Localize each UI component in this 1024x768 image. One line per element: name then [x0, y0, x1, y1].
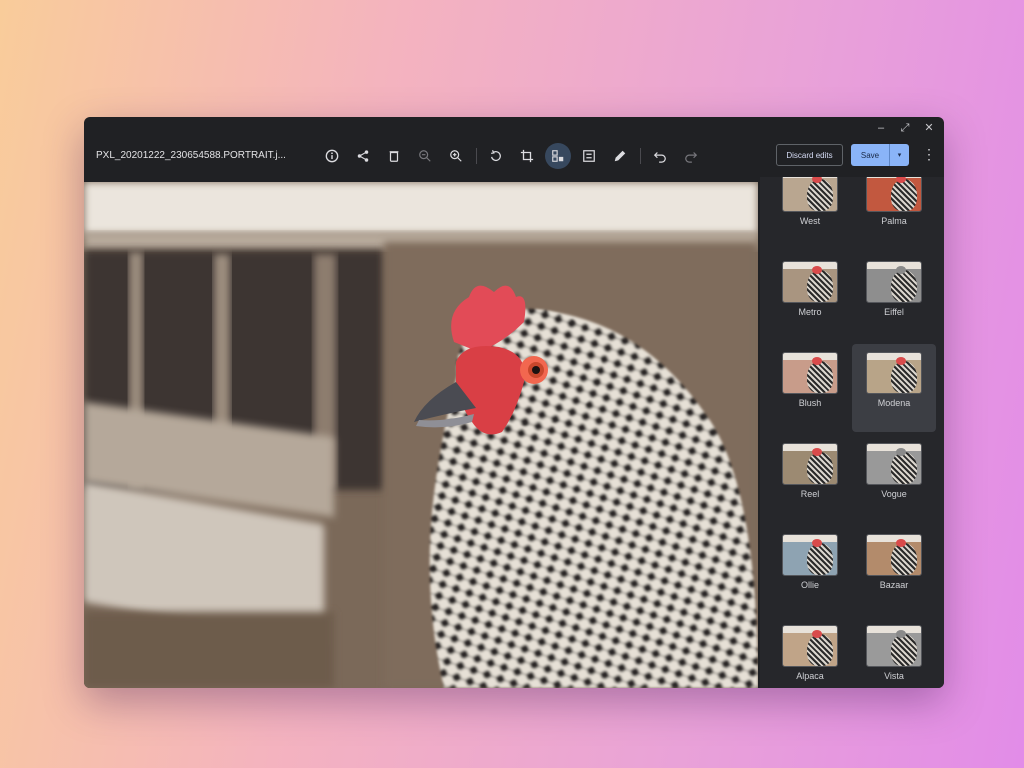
filter-label: Ollie — [800, 580, 819, 590]
filter-option-modena[interactable]: Modena — [852, 344, 936, 432]
filter-label: Alpaca — [796, 671, 824, 681]
filter-thumbnail — [866, 177, 922, 212]
filters-panel: West Palma Metro Eiffel Blush Modena Reel Vogue… — [760, 177, 944, 688]
share-icon[interactable] — [350, 143, 376, 169]
filter-thumbnail — [782, 352, 838, 394]
undo-icon[interactable] — [647, 143, 673, 169]
annotate-icon[interactable] — [607, 143, 633, 169]
photo-canvas[interactable] — [84, 182, 758, 688]
filter-option-alpaca[interactable]: Alpaca — [768, 617, 852, 688]
filter-label: Palma — [881, 216, 907, 226]
filter-thumbnail — [866, 443, 922, 485]
zoom-in-icon[interactable] — [443, 143, 469, 169]
filter-label: Vista — [884, 671, 904, 681]
filter-option-eiffel[interactable]: Eiffel — [852, 253, 936, 341]
filter-option-reel[interactable]: Reel — [768, 435, 852, 523]
filter-option-bazaar[interactable]: Bazaar — [852, 526, 936, 614]
filter-thumbnail — [782, 534, 838, 576]
toolbar: PXL_20201222_230654588.PORTRAIT.j... Dis… — [84, 137, 944, 177]
save-button[interactable]: Save — [851, 144, 889, 166]
filter-label: West — [799, 216, 821, 226]
rotate-icon[interactable] — [483, 143, 509, 169]
filter-label: Reel — [800, 489, 820, 499]
save-group: Save ▾ — [851, 144, 909, 166]
window-controls: – ⤢ ✕ — [874, 121, 936, 135]
filter-label: Blush — [798, 398, 822, 408]
minimize-icon[interactable]: – — [874, 121, 888, 135]
close-icon[interactable]: ✕ — [922, 121, 936, 135]
more-options-icon[interactable]: ⋮ — [922, 147, 936, 161]
filter-label: Modena — [877, 398, 911, 408]
crop-icon[interactable] — [514, 143, 540, 169]
hen-photo-image — [84, 182, 758, 688]
delete-icon[interactable] — [381, 143, 407, 169]
filter-thumbnail — [866, 352, 922, 394]
save-dropdown-button[interactable]: ▾ — [889, 144, 909, 166]
filter-label: Vogue — [881, 489, 907, 499]
filter-option-vista[interactable]: Vista — [852, 617, 936, 688]
info-icon[interactable] — [319, 143, 345, 169]
filter-option-vogue[interactable]: Vogue — [852, 435, 936, 523]
filter-option-metro[interactable]: Metro — [768, 253, 852, 341]
filter-thumbnail — [866, 625, 922, 667]
filter-option-palma[interactable]: Palma — [852, 177, 936, 250]
filter-option-blush[interactable]: Blush — [768, 344, 852, 432]
filter-thumbnail — [782, 443, 838, 485]
discard-edits-button[interactable]: Discard edits — [776, 144, 843, 166]
file-name: PXL_20201222_230654588.PORTRAIT.j... — [96, 150, 286, 161]
filter-option-ollie[interactable]: Ollie — [768, 526, 852, 614]
filter-thumbnail — [782, 625, 838, 667]
zoom-out-icon[interactable] — [412, 143, 438, 169]
filter-thumbnail — [866, 534, 922, 576]
filters-icon[interactable] — [545, 143, 571, 169]
filter-thumbnail — [866, 261, 922, 303]
toolbar-divider — [640, 148, 641, 164]
photo-editor-window: – ⤢ ✕ PXL_20201222_230654588.PORTRAIT.j.… — [84, 117, 944, 688]
redo-icon[interactable] — [678, 143, 704, 169]
filter-thumbnail — [782, 261, 838, 303]
filter-thumbnail — [782, 177, 838, 212]
adjust-icon[interactable] — [576, 143, 602, 169]
restore-icon[interactable]: ⤢ — [898, 121, 912, 135]
toolbar-divider — [476, 148, 477, 164]
filter-label: Bazaar — [879, 580, 909, 590]
filter-option-west[interactable]: West — [768, 177, 852, 250]
filter-label: Metro — [798, 307, 822, 317]
tool-buttons — [319, 143, 709, 169]
filter-label: Eiffel — [884, 307, 904, 317]
